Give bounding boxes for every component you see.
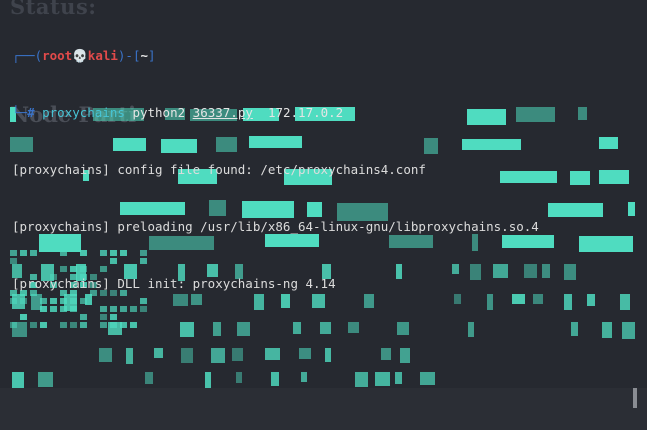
prompt-host: kali <box>87 48 118 63</box>
prompt-line-1: ┌──(root💀kali)-[~] <box>12 46 647 65</box>
glitch-glyph-faded <box>12 372 24 389</box>
glitch-glyph-faded <box>271 372 279 386</box>
command-target: 172.17.0.2 <box>267 105 344 120</box>
prompt-line-2: └─# proxychains python2 36337.py 172.17.… <box>12 103 647 122</box>
glitch-glyph-faded <box>301 372 307 382</box>
glitch-glyph-faded <box>205 372 211 388</box>
glitch-glyph-faded <box>99 348 112 362</box>
glitch-glyph-faded <box>400 348 410 363</box>
glitch-glyph-faded <box>325 348 331 362</box>
glitch-glyph-faded <box>211 348 225 363</box>
glitch-glyph-faded <box>145 372 153 384</box>
glitch-glyph-faded <box>375 372 390 386</box>
glitch-glyph-faded <box>420 372 435 385</box>
command-script[interactable]: 36337.py <box>193 105 253 120</box>
glitch-glyph-faded <box>38 372 53 387</box>
terminal-bottom-area <box>0 388 647 430</box>
glitch-glyph-faded <box>232 348 243 361</box>
prompt-symbol: # <box>27 105 35 120</box>
prompt-separator: )-[ <box>117 48 141 63</box>
output-line: [proxychains] DLL init: proxychains-ng 4… <box>12 276 336 291</box>
glitch-glyph-faded <box>154 348 163 358</box>
output-line: [proxychains] config file found: /etc/pr… <box>12 162 426 177</box>
skull-icon: 💀 <box>72 48 88 63</box>
glitch-glyph-faded <box>395 372 402 384</box>
scrollbar-thumb[interactable] <box>633 388 637 408</box>
glitch-glyph-faded <box>181 348 193 363</box>
prompt-frame-bottom: └─ <box>12 105 28 120</box>
glitch-glyph-faded <box>126 348 133 364</box>
prompt-frame: ┌──( <box>12 48 43 63</box>
prompt-user: root <box>42 48 73 63</box>
glitch-glyph-faded <box>299 348 311 359</box>
glitch-glyph-faded <box>381 348 391 360</box>
command-interpreter: python2 <box>132 105 186 120</box>
prompt-cwd: ~ <box>140 48 149 63</box>
command-name: proxychains <box>42 105 125 120</box>
output-line: [proxychains] preloading /usr/lib/x86_64… <box>12 219 539 234</box>
glitch-glyph-faded <box>236 372 242 383</box>
terminal-window[interactable]: Status: Node Parti ┌──(root💀kali)-[~] └─… <box>0 0 647 430</box>
glitch-glyph-faded <box>355 372 368 387</box>
terminal-output: ┌──(root💀kali)-[~] └─# proxychains pytho… <box>12 8 647 331</box>
prompt-close: ] <box>148 48 156 63</box>
glitch-glyph-faded <box>265 348 280 360</box>
